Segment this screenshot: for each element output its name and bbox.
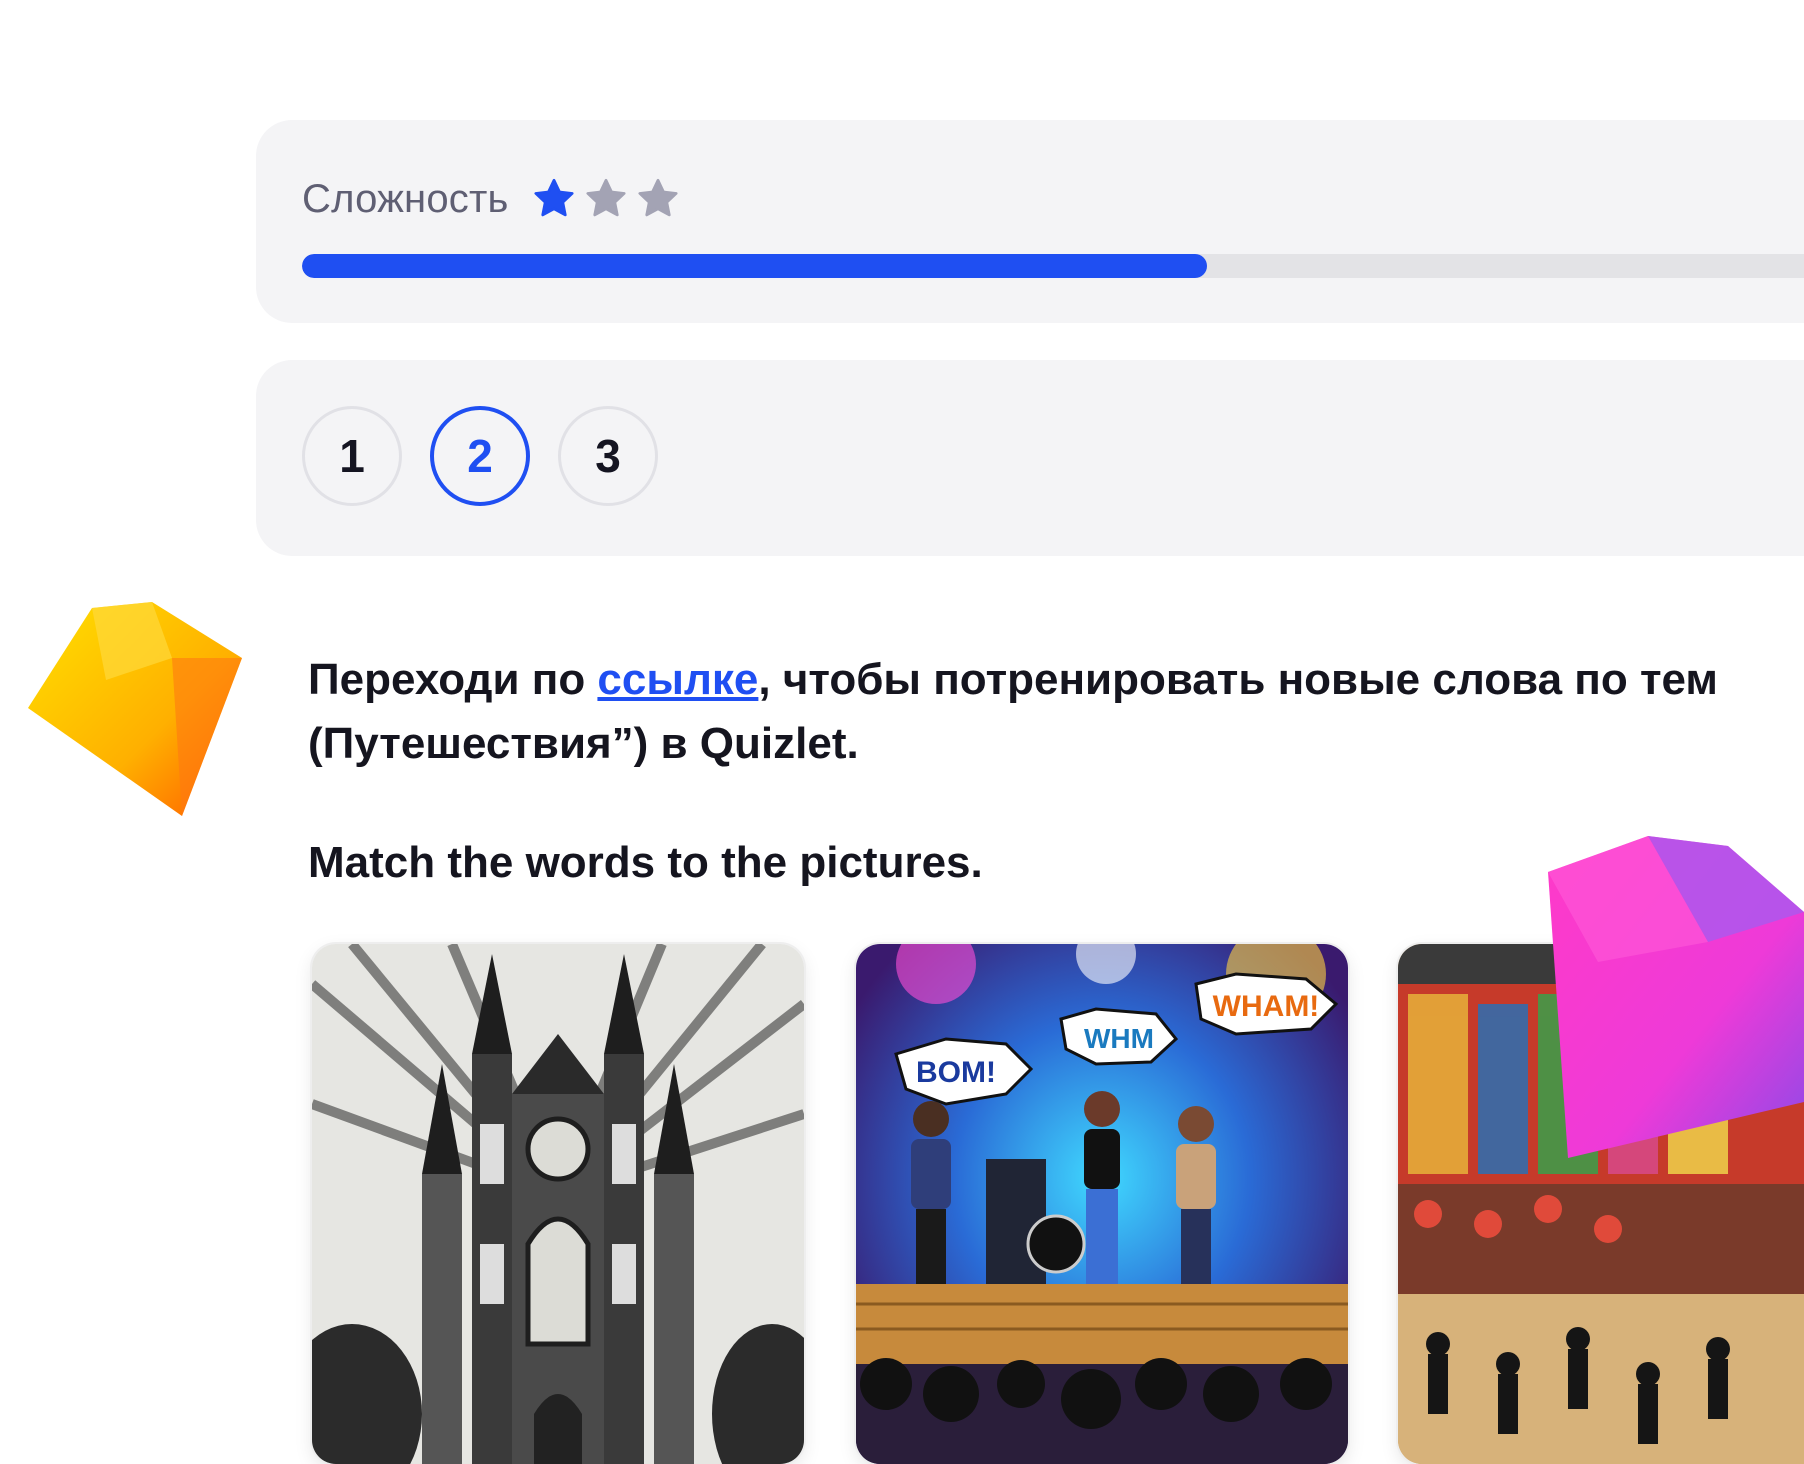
progress-bar [302, 254, 1804, 278]
difficulty-card: Сложность [256, 120, 1804, 323]
star-empty-icon [583, 176, 629, 222]
instruction-text: Переходи по ссылке, чтобы потренировать … [308, 648, 1804, 776]
star-empty-icon [635, 176, 681, 222]
cathedral-image [312, 944, 804, 1464]
yellow-gem-icon [22, 596, 246, 823]
star-filled-icon [531, 176, 577, 222]
difficulty-label: Сложность [302, 176, 509, 221]
difficulty-stars [531, 176, 681, 222]
progress-fill [302, 254, 1207, 278]
instruction-prefix: Переходи по [308, 655, 598, 704]
step-button-2[interactable]: 2 [430, 406, 530, 506]
instruction-suffix: , чтобы потренировать новые слова по тем [758, 655, 1718, 704]
instruction-line2: (Путешествия”) в Quizlet. [308, 719, 859, 768]
quizlet-link[interactable]: ссылке [597, 655, 758, 704]
bubble-bom: BOM! [916, 1056, 996, 1089]
steps-card: 1 2 3 [256, 360, 1804, 556]
bubble-wham: WHAM! [1213, 990, 1320, 1023]
difficulty-row: Сложность [302, 176, 681, 222]
pink-gem-icon [1538, 832, 1804, 1167]
task-title: Match the words to the pictures. [308, 838, 983, 887]
step-button-1[interactable]: 1 [302, 406, 402, 506]
bubble-whm: WHM [1084, 1023, 1154, 1054]
step-button-3[interactable]: 3 [558, 406, 658, 506]
picture-card-cathedral[interactable] [312, 944, 804, 1464]
picture-card-concert[interactable]: BOM! WHM WHAM! [856, 944, 1348, 1464]
concert-image: BOM! WHM WHAM! [856, 944, 1348, 1464]
